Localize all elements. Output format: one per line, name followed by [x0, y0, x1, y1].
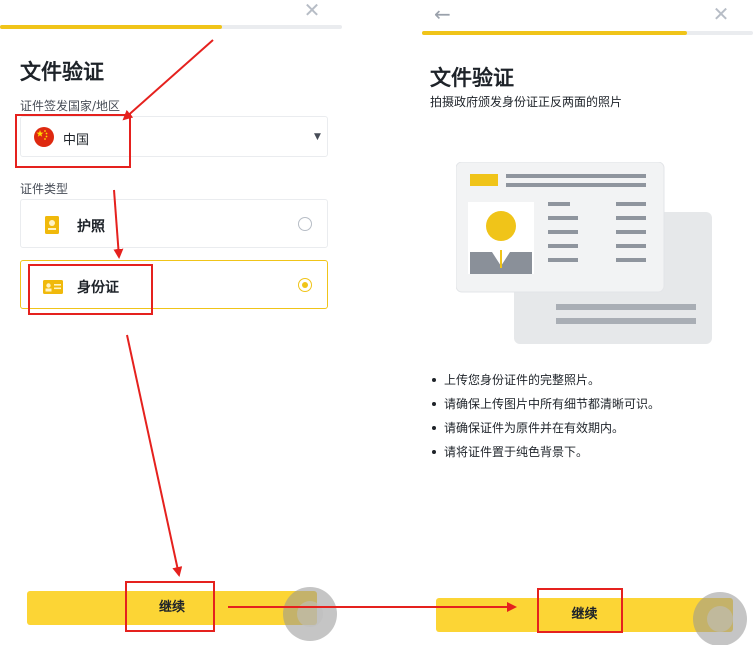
radio-button-checked[interactable] [298, 278, 312, 292]
progress-fill [0, 25, 223, 29]
page-title: 文件验证 [430, 66, 514, 90]
list-item: 请将证件置于纯色背景下。 [432, 440, 660, 464]
country-select[interactable]: 中国 ▼ [20, 116, 328, 157]
country-label: 证件签发国家/地区 [20, 99, 121, 113]
id-card-icon [43, 279, 63, 298]
option-label: 护照 [77, 219, 105, 235]
page-title: 文件验证 [20, 60, 104, 84]
progress-bar [422, 31, 753, 35]
progress-fill [422, 31, 687, 35]
china-flag-icon [34, 127, 54, 147]
page-subtitle: 拍摄政府颁发身份证正反两面的照片 [430, 95, 623, 109]
instruction-list: 上传您身份证件的完整照片。 请确保上传图片中所有细节都清晰可识。 请确保证件为原… [432, 368, 660, 464]
passport-icon [45, 216, 59, 238]
doc-type-label: 证件类型 [20, 182, 69, 196]
option-passport[interactable]: 护照 [20, 199, 328, 248]
chevron-down-icon: ▼ [314, 132, 321, 142]
close-icon[interactable]: ✕ [711, 4, 731, 24]
list-item: 请确保上传图片中所有细节都清晰可识。 [432, 392, 660, 416]
list-item: 上传您身份证件的完整照片。 [432, 368, 660, 392]
close-icon[interactable]: ✕ [302, 0, 322, 20]
progress-bar [0, 25, 342, 29]
continue-button[interactable]: 继续 [27, 591, 317, 625]
list-item: 请确保证件为原件并在有效期内。 [432, 416, 660, 440]
option-label: 身份证 [77, 280, 119, 296]
continue-button[interactable]: 继续 [436, 598, 733, 632]
radio-button[interactable] [298, 217, 312, 231]
document-type-screen: ✕ 文件验证 证件签发国家/地区 中国 ▼ 证件类型 护照 身份证 继续 [0, 0, 346, 645]
option-id-card[interactable]: 身份证 [20, 260, 328, 309]
id-card-illustration [456, 162, 712, 344]
id-card-instructions-screen: ← ✕ 文件验证 拍摄政府颁发身份证正反两面的照片 上传您身份证件的完整照片。 … [408, 0, 753, 645]
back-arrow-icon[interactable]: ← [434, 4, 456, 24]
country-value: 中国 [63, 133, 90, 148]
